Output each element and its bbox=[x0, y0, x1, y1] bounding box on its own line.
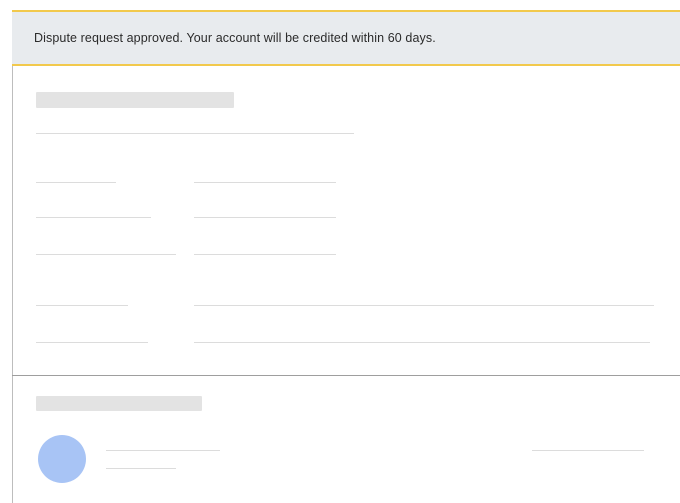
skeleton-value-line bbox=[194, 305, 654, 306]
skeleton-section-title bbox=[36, 396, 202, 411]
skeleton-label-line bbox=[36, 217, 151, 218]
skeleton-name-line bbox=[106, 450, 220, 451]
card-left-border bbox=[12, 10, 13, 503]
skeleton-value-line bbox=[194, 254, 336, 255]
skeleton-value-line bbox=[194, 342, 650, 343]
skeleton-value-line bbox=[194, 217, 336, 218]
skeleton-meta-line bbox=[532, 450, 644, 451]
skeleton-value-line bbox=[194, 182, 336, 183]
skeleton-subtitle-line bbox=[36, 133, 354, 134]
section-divider bbox=[12, 375, 680, 376]
skeleton-label-line bbox=[36, 342, 148, 343]
skeleton-title bbox=[36, 92, 234, 108]
alert-message: Dispute request approved. Your account w… bbox=[34, 31, 436, 45]
skeleton-label-line bbox=[36, 254, 176, 255]
skeleton-label-line bbox=[36, 182, 116, 183]
avatar-placeholder bbox=[38, 435, 86, 483]
success-alert-banner: Dispute request approved. Your account w… bbox=[12, 10, 680, 66]
skeleton-label-line bbox=[36, 305, 128, 306]
skeleton-detail-line bbox=[106, 468, 176, 469]
dispute-page: Dispute request approved. Your account w… bbox=[0, 0, 680, 503]
